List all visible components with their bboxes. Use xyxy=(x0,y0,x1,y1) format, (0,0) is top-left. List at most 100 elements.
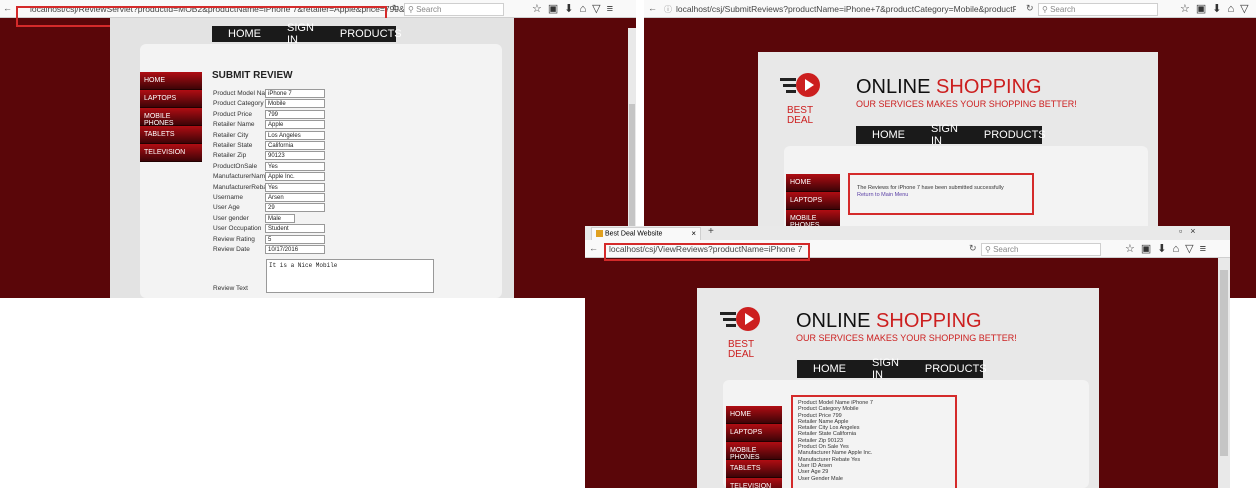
success-message: The Reviews for iPhone 7 have been submi… xyxy=(857,185,1004,191)
menu-home[interactable]: HOME xyxy=(140,72,202,90)
menu-home[interactable]: HOME xyxy=(786,174,840,192)
menu-laptops[interactable]: LAPTOPS xyxy=(786,192,840,210)
form-input[interactable]: Yes xyxy=(265,182,325,192)
review-text-area[interactable]: It is a Nice Mobile xyxy=(266,259,434,293)
form-label: User Occupation xyxy=(213,225,262,233)
menu-television[interactable]: TELEVISION xyxy=(726,478,782,488)
menu-home[interactable]: HOME xyxy=(726,406,782,424)
form-input[interactable]: Yes xyxy=(265,161,325,171)
menu-mobile-phones[interactable]: MOBILE PHONES xyxy=(140,108,202,127)
form-row: ManufacturerRebate Yes xyxy=(213,182,325,192)
reload-icon[interactable]: ↻ xyxy=(392,3,400,14)
form-row: Retailer Name Apple xyxy=(213,120,325,130)
gender-select[interactable]: Male xyxy=(265,213,295,223)
form-label: ProductOnSale xyxy=(213,162,258,170)
form-label: Retailer Zip xyxy=(213,152,247,160)
form-row: User Age 29 xyxy=(213,203,325,213)
back-icon[interactable]: ← xyxy=(648,3,657,13)
left-search-input[interactable]: ⚲ Search xyxy=(404,3,504,16)
form-label: Retailer State xyxy=(213,142,253,149)
form-input[interactable]: Los Angeles xyxy=(265,130,325,140)
info-icon: ⓘ xyxy=(664,5,672,14)
review-line: User Gender Male xyxy=(798,475,843,482)
window-controls[interactable]: ▫× xyxy=(1179,226,1203,236)
form-input[interactable]: Student xyxy=(265,224,325,234)
form-row: Review Date 10/17/2016 xyxy=(213,245,325,254)
form-label: Username xyxy=(213,194,243,201)
nav-sign-in[interactable]: SIGN IN xyxy=(931,123,958,147)
bottom-search-input[interactable]: ⚲ Search xyxy=(981,243,1101,256)
site-title: ONLINE SHOPPING xyxy=(796,310,982,333)
form-input[interactable]: 29 xyxy=(265,203,325,213)
menu-laptops[interactable]: LAPTOPS xyxy=(726,424,782,442)
search-icon: ⚲ xyxy=(985,245,994,254)
right-url-field[interactable]: localhost/csj/SubmitReviews?productName=… xyxy=(676,4,1016,14)
form-input[interactable]: Arsen xyxy=(265,193,325,202)
search-placeholder: Search xyxy=(1050,5,1076,14)
logo-text-best: BEST DEAL xyxy=(782,106,818,126)
nav-home[interactable]: HOME xyxy=(228,28,261,40)
form-input[interactable]: Apple Inc. xyxy=(265,172,325,182)
tab-title: Best Deal Website xyxy=(604,230,663,238)
form-input[interactable]: 90123 xyxy=(265,151,325,161)
site-title: ONLINE SHOPPING xyxy=(856,76,1042,99)
menu-mobile-phones[interactable]: MOBILE PHONES xyxy=(726,442,782,461)
reviews-list: Product Model Name iPhone 7 Product Categ… xyxy=(798,400,873,482)
reload-icon[interactable]: ↻ xyxy=(969,243,977,254)
bottom-url-highlight xyxy=(604,243,810,261)
nav-products[interactable]: PRODUCTS xyxy=(984,129,1046,141)
menu-tablets[interactable]: TABLETS xyxy=(726,460,782,478)
nav-products[interactable]: PRODUCTS xyxy=(340,28,402,40)
left-navbar: HOME SIGN IN PRODUCTS xyxy=(212,22,402,46)
form-input[interactable]: 10/17/2016 xyxy=(265,245,325,254)
best-deal-logo-icon xyxy=(720,304,762,336)
site-title-shopping: SHOPPING xyxy=(876,310,982,332)
bottom-side-menu: HOME LAPTOPS MOBILE PHONES TABLETS TELEV… xyxy=(726,406,782,488)
return-main-menu-link[interactable]: Return to Main Menu xyxy=(857,192,908,198)
nav-home[interactable]: HOME xyxy=(872,129,905,141)
form-label: Review Date xyxy=(213,246,250,253)
new-tab-icon[interactable]: + xyxy=(708,226,714,237)
logo-deal: DEAL xyxy=(727,349,755,360)
tab-close-icon[interactable]: × xyxy=(691,229,696,238)
form-input[interactable]: Mobile xyxy=(265,99,325,109)
toolbar-icons[interactable]: ☆▣⬇⌂▽≡ xyxy=(532,2,619,15)
nav-products[interactable]: PRODUCTS xyxy=(925,363,987,375)
nav-sign-in[interactable]: SIGN IN xyxy=(872,357,899,381)
form-label: User gender xyxy=(213,214,249,222)
back-icon[interactable]: ← xyxy=(589,243,598,253)
menu-tablets[interactable]: TABLETS xyxy=(140,126,202,144)
right-side-menu: HOME LAPTOPS MOBILE PHONES xyxy=(786,174,840,229)
scrollbar-thumb[interactable] xyxy=(1220,270,1228,456)
left-screenshot: ← localhost/csj/ReviewServlet?productId=… xyxy=(0,0,636,298)
search-placeholder: Search xyxy=(993,245,1019,254)
toolbar-icons[interactable]: ☆▣⬇⌂▽ xyxy=(1180,2,1255,15)
form-row: User gender Male xyxy=(213,213,295,223)
toolbar-icons[interactable]: ☆▣⬇⌂▽≡ xyxy=(1125,242,1212,255)
form-input[interactable]: California xyxy=(265,141,325,150)
form-row: Retailer State California xyxy=(213,141,325,150)
form-row: Retailer City Los Angeles xyxy=(213,130,325,140)
reload-icon[interactable]: ↻ xyxy=(1026,3,1034,14)
menu-television[interactable]: TELEVISION xyxy=(140,144,202,162)
form-input[interactable]: 799 xyxy=(265,109,325,119)
bottom-screenshot: Best Deal Website × + ▫× ← localhost/csj… xyxy=(585,226,1230,488)
review-text-label: Review Text xyxy=(213,285,248,292)
right-search-input[interactable]: ⚲ Search xyxy=(1038,3,1158,16)
form-input[interactable]: iPhone 7 xyxy=(265,89,325,98)
back-icon[interactable]: ← xyxy=(3,3,12,13)
form-row: ManufacturerName Apple Inc. xyxy=(213,172,325,182)
favicon-icon xyxy=(596,230,603,237)
logo-svg xyxy=(780,73,820,97)
form-input[interactable]: 5 xyxy=(265,234,325,244)
nav-sign-in[interactable]: SIGN IN xyxy=(287,22,314,46)
nav-home[interactable]: HOME xyxy=(813,363,846,375)
form-label: Retailer Name xyxy=(213,121,255,129)
submit-review-heading: SUBMIT REVIEW xyxy=(212,70,293,81)
search-placeholder: Search xyxy=(416,5,442,14)
browser-tab[interactable]: Best Deal Website × xyxy=(591,227,701,240)
menu-laptops[interactable]: LAPTOPS xyxy=(140,90,202,108)
logo-deal: DEAL xyxy=(786,115,814,126)
form-input[interactable]: Apple xyxy=(265,120,325,130)
site-title-online: ONLINE xyxy=(796,310,877,332)
